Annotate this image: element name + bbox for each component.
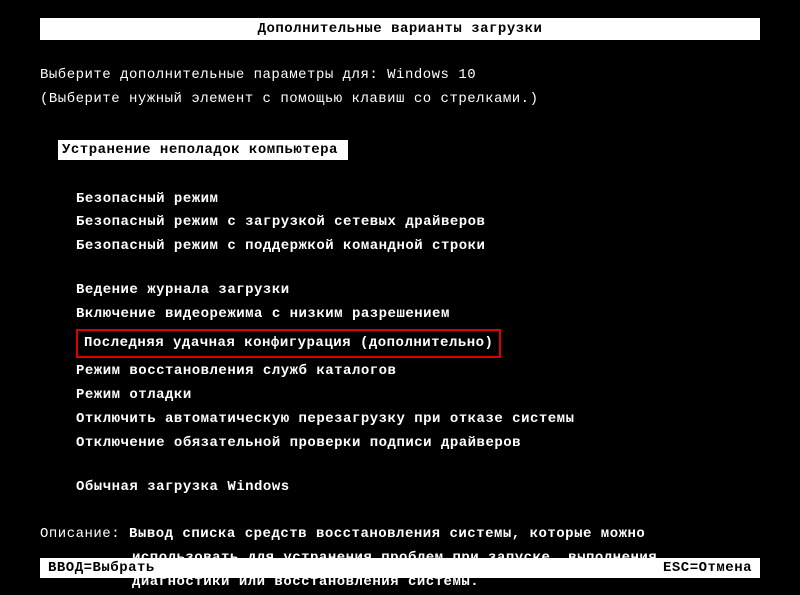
description-line-1: Вывод списка средств восстановления сист… — [129, 526, 645, 542]
menu-item-ds-restore[interactable]: Режим восстановления служб каталогов — [76, 360, 760, 384]
footer-esc-cancel: ESC=Отмена — [663, 560, 752, 576]
section-header-label: Устранение неполадок компьютера — [62, 142, 338, 158]
instruction-line-1: Выберите дополнительные параметры для: W… — [40, 64, 760, 88]
instructions-block: Выберите дополнительные параметры для: W… — [40, 64, 760, 112]
instruction-line-2: (Выберите нужный элемент с помощью клави… — [40, 88, 760, 112]
description-label: Описание: — [40, 526, 129, 542]
menu-item-boot-logging[interactable]: Ведение журнала загрузки — [76, 279, 760, 303]
highlighted-option-box: Последняя удачная конфигурация (дополнит… — [76, 329, 501, 359]
menu-item-last-known-good-label: Последняя удачная конфигурация (дополнит… — [84, 335, 493, 351]
menu-item-disable-auto-restart[interactable]: Отключить автоматическую перезагрузку пр… — [76, 408, 760, 432]
menu-item-low-res-video[interactable]: Включение видеорежима с низким разрешени… — [76, 303, 760, 327]
menu-item-disable-driver-sig[interactable]: Отключение обязательной проверки подписи… — [76, 432, 760, 456]
title-bar: Дополнительные варианты загрузки — [40, 18, 760, 40]
footer-enter-select: ВВОД=Выбрать — [48, 560, 155, 576]
title-text: Дополнительные варианты загрузки — [258, 21, 543, 37]
menu-item-start-normally[interactable]: Обычная загрузка Windows — [76, 476, 760, 500]
boot-options-list: Безопасный режим Безопасный режим с загр… — [76, 188, 760, 500]
footer-bar: ВВОД=Выбрать ESC=Отмена — [40, 558, 760, 578]
section-header-repair[interactable]: Устранение неполадок компьютера — [58, 140, 348, 160]
menu-item-safe-mode-network[interactable]: Безопасный режим с загрузкой сетевых дра… — [76, 211, 760, 235]
menu-item-safe-mode[interactable]: Безопасный режим — [76, 188, 760, 212]
menu-item-debug-mode[interactable]: Режим отладки — [76, 384, 760, 408]
menu-item-last-known-good[interactable]: Последняя удачная конфигурация (дополнит… — [76, 327, 760, 361]
menu-item-safe-mode-cmd[interactable]: Безопасный режим с поддержкой командной … — [76, 235, 760, 259]
